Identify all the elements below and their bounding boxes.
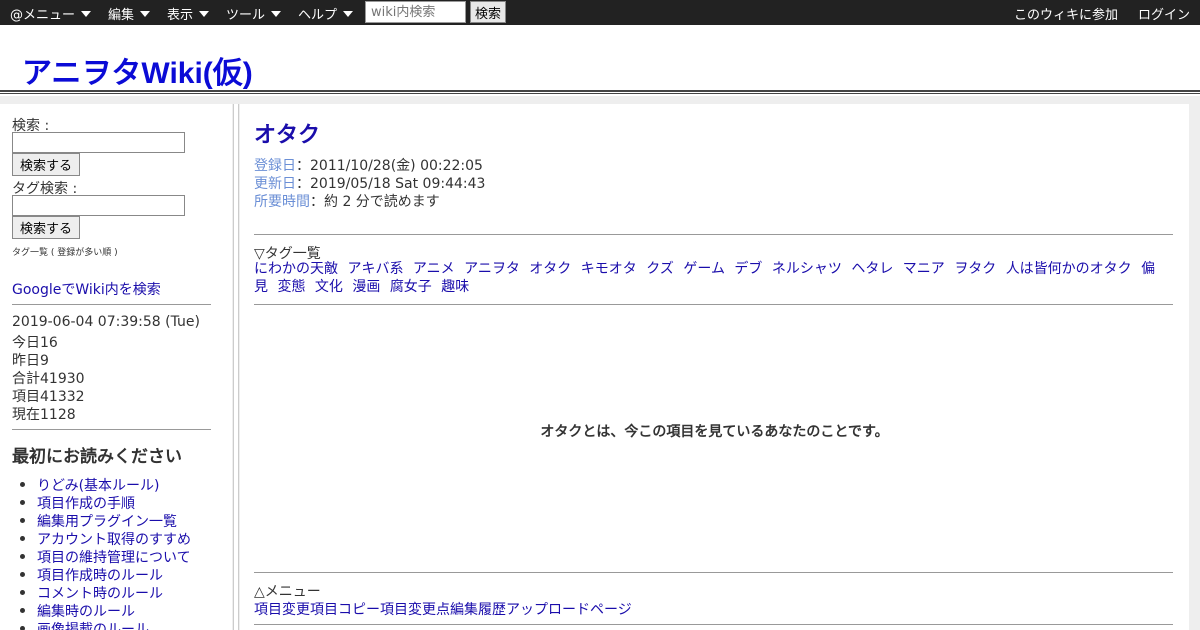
top-menu-bar: @メニュー 編集 表示 ツール ヘルプ 検索 このウィキに参加 ログイン: [0, 0, 1200, 25]
page-menu-links: 項目変更項目コピー項目変更点編集履歴アップロードページ: [254, 599, 632, 619]
header-divider-thin: [0, 93, 1200, 94]
content-divider: [254, 624, 1173, 625]
diff-link[interactable]: 項目変更点: [380, 602, 450, 618]
chevron-down-icon: [343, 11, 354, 17]
chevron-down-icon: [271, 11, 282, 17]
tag-link[interactable]: 文化: [315, 279, 343, 295]
tag-link[interactable]: アニメ: [413, 261, 455, 277]
tag-link[interactable]: オタク: [529, 261, 571, 277]
list-item[interactable]: 画像掲載のルール: [20, 619, 191, 630]
wiki-search-input[interactable]: [365, 1, 466, 23]
registered-date: 登録日：2011/10/28(金) 00:22:05: [254, 158, 483, 174]
tag-link[interactable]: ネルシャツ: [772, 261, 842, 277]
chevron-down-icon: [140, 11, 151, 17]
sidebar: 検索 : 検索する タグ検索 : 検索する タグ一覧 ( 登録が多い順 ) Go…: [0, 104, 232, 630]
login-link[interactable]: ログイン: [1138, 4, 1190, 23]
content-divider: [254, 304, 1173, 305]
stat-yesterday: 昨日9: [12, 353, 49, 369]
stat-online: 現在1128: [12, 407, 76, 423]
list-item[interactable]: 編集用プラグイン一覧: [20, 511, 191, 530]
tag-search-input[interactable]: [12, 195, 185, 216]
list-item[interactable]: コメント時のルール: [20, 583, 191, 602]
menu-view[interactable]: 表示: [167, 4, 210, 23]
stat-today: 今日16: [12, 335, 58, 351]
stat-total: 合計41930: [12, 371, 85, 387]
tag-link[interactable]: ゲーム: [683, 261, 725, 277]
list-item[interactable]: りどみ(基本ルール): [20, 475, 191, 494]
copy-page-link[interactable]: 項目コピー: [310, 602, 380, 618]
content-divider: [254, 234, 1173, 235]
history-link[interactable]: 編集履歴: [450, 602, 506, 618]
tag-search-button[interactable]: 検索する: [12, 216, 80, 239]
tag-link[interactable]: 変態: [277, 279, 305, 295]
list-item[interactable]: 項目作成時のルール: [20, 565, 191, 584]
list-item[interactable]: 項目の維持管理について: [20, 547, 191, 566]
join-wiki-link[interactable]: このウィキに参加: [1014, 4, 1118, 23]
tag-list: にわかの天敵 アキバ系 アニメ アニヲタ オタク キモオタ クズ ゲーム デブ …: [254, 260, 1173, 296]
current-datetime: 2019-06-04 07:39:58 (Tue): [12, 314, 200, 330]
tag-link[interactable]: アキバ系: [347, 261, 403, 277]
header-divider: [0, 90, 1200, 92]
page-title[interactable]: オタク: [254, 117, 320, 149]
list-item[interactable]: 項目作成の手順: [20, 493, 191, 512]
menu-tools[interactable]: ツール: [226, 4, 282, 23]
sidebar-separator: [233, 104, 239, 630]
menu-atmenu[interactable]: @メニュー: [10, 4, 92, 23]
sidebar-search-input[interactable]: [12, 132, 185, 153]
upload-link[interactable]: アップロード: [506, 602, 590, 618]
tag-link[interactable]: ヲタク: [954, 261, 996, 277]
tag-link[interactable]: 腐女子: [390, 279, 432, 295]
wiki-search-button[interactable]: 検索: [470, 1, 506, 23]
list-item[interactable]: アカウント取得のすすめ: [20, 529, 191, 548]
sidebar-divider: [12, 304, 211, 305]
tag-list-link[interactable]: タグ一覧 ( 登録が多い順 ): [12, 245, 118, 258]
main-content: オタク 登録日：2011/10/28(金) 00:22:05 更新日：2019/…: [240, 104, 1189, 630]
tag-link[interactable]: にわかの天敵: [254, 261, 338, 277]
tag-link[interactable]: 趣味: [441, 279, 469, 295]
reading-time: 所要時間：約 2 分で読めます: [254, 194, 440, 210]
edit-page-link[interactable]: 項目変更: [254, 602, 310, 618]
tag-link[interactable]: デブ: [734, 261, 762, 277]
menu-help[interactable]: ヘルプ: [298, 4, 354, 23]
tag-link[interactable]: マニア: [903, 261, 945, 277]
tag-link[interactable]: クズ: [646, 261, 674, 277]
read-first-heading: 最初にお読みください: [12, 447, 182, 467]
list-item[interactable]: 編集時のルール: [20, 601, 191, 620]
sidebar-divider: [12, 429, 211, 430]
google-search-link[interactable]: GoogleでWiki内を検索: [12, 279, 161, 299]
tag-link[interactable]: キモオタ: [581, 261, 637, 277]
chevron-down-icon: [199, 11, 210, 17]
tag-link[interactable]: アニヲタ: [464, 261, 520, 277]
menu-header: △メニュー: [254, 584, 321, 600]
tag-link[interactable]: ヘタレ: [851, 261, 893, 277]
content-divider: [254, 572, 1173, 573]
page-link[interactable]: ページ: [590, 602, 632, 618]
read-first-list: りどみ(基本ルール) 項目作成の手順 編集用プラグイン一覧 アカウント取得のすす…: [20, 475, 191, 630]
menu-edit[interactable]: 編集: [108, 4, 151, 23]
tag-link[interactable]: 人は皆何かのオタク: [1006, 261, 1132, 277]
chevron-down-icon: [81, 11, 92, 17]
article-body: オタクとは、今この項目を見ているあなたのことです。: [540, 424, 889, 440]
site-title[interactable]: アニヲタWiki(仮): [22, 48, 253, 92]
sidebar-search-button[interactable]: 検索する: [12, 153, 80, 176]
updated-date: 更新日：2019/05/18 Sat 09:44:43: [254, 176, 486, 192]
tag-link[interactable]: 漫画: [352, 279, 380, 295]
stat-items: 項目41332: [12, 389, 85, 405]
